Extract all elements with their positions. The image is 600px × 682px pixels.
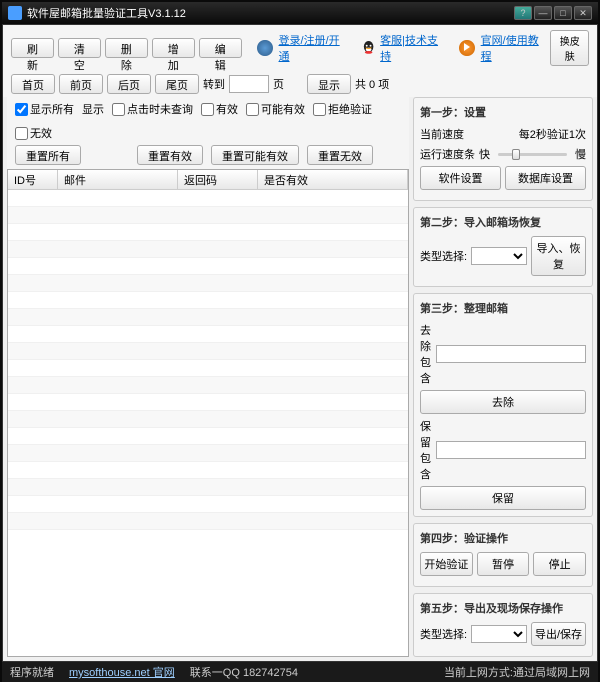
type-label-2: 类型选择: — [420, 248, 467, 264]
panel-step3: 第三步：整理邮箱 去除包含 去除 保留包含 保留 — [413, 293, 593, 517]
chk-possible[interactable]: 可能有效 — [246, 101, 305, 117]
next-page-button[interactable]: 后页 — [107, 74, 151, 94]
type-label-5: 类型选择: — [420, 626, 467, 642]
chk-valid[interactable]: 有效 — [201, 101, 238, 117]
speed-value: 每2秒验证1次 — [468, 126, 586, 142]
reset-valid-button[interactable]: 重置有效 — [137, 145, 203, 165]
import-button[interactable]: 导入、恢复 — [531, 236, 586, 276]
goto-input[interactable] — [229, 75, 269, 93]
type-select-5[interactable] — [471, 625, 527, 643]
prev-page-button[interactable]: 前页 — [59, 74, 103, 94]
type-select-2[interactable] — [471, 247, 527, 265]
step2-title: 第二步：导入邮箱场恢复 — [420, 214, 586, 230]
refresh-button[interactable]: 刷新 — [11, 38, 54, 58]
chk-show-all[interactable]: 显示所有 — [15, 101, 74, 117]
step4-title: 第四步：验证操作 — [420, 530, 586, 546]
slow-label: 慢 — [575, 146, 586, 162]
add-button[interactable]: 增加 — [152, 38, 195, 58]
panel-step1: 第一步：设置 当前速度每2秒验证1次 运行速度条 快 慢 软件设置 数据库设置 — [413, 97, 593, 201]
database-settings-button[interactable]: 数据库设置 — [505, 166, 586, 190]
login-icon — [257, 40, 272, 56]
pause-button[interactable]: 暂停 — [477, 552, 530, 576]
export-button[interactable]: 导出/保存 — [531, 622, 586, 646]
contact-info: 联系一QQ 182742754 — [190, 664, 298, 680]
tutorial-link[interactable]: 官网/使用教程 — [481, 32, 547, 64]
reset-all-button[interactable]: 重置所有 — [15, 145, 81, 165]
panel-step5: 第五步：导出及现场保存操作 类型选择: 导出/保存 — [413, 593, 593, 657]
reset-invalid-button[interactable]: 重置无效 — [307, 145, 373, 165]
clear-button[interactable]: 清空 — [58, 38, 101, 58]
statusbar: 程序就绪 mysofthouse.net 官网 联系一QQ 182742754 … — [2, 662, 598, 682]
speed-bar-label: 运行速度条 — [420, 146, 475, 162]
keep-button[interactable]: 保留 — [420, 486, 586, 510]
keep-contain-label: 保留包含 — [420, 418, 432, 482]
play-icon — [459, 40, 474, 56]
goto-label: 转到 — [203, 76, 225, 92]
speed-label: 当前速度 — [420, 126, 464, 142]
total-count: 共 0 项 — [355, 76, 389, 92]
login-link[interactable]: 登录/注册/开通 — [279, 32, 348, 64]
last-page-button[interactable]: 尾页 — [155, 74, 199, 94]
step3-title: 第三步：整理邮箱 — [420, 300, 586, 316]
edit-button[interactable]: 编辑 — [199, 38, 242, 58]
remove-contain-label: 去除包含 — [420, 322, 432, 386]
app-icon — [8, 6, 22, 20]
chk-not-clicked[interactable]: 点击时未查询 — [112, 101, 193, 117]
step5-title: 第五步：导出及现场保存操作 — [420, 600, 586, 616]
window-title: 软件屋邮箱批量验证工具V3.1.12 — [27, 5, 514, 21]
reset-possible-button[interactable]: 重置可能有效 — [211, 145, 299, 165]
col-return[interactable]: 返回码 — [178, 170, 258, 189]
help-button[interactable]: ? — [514, 6, 532, 20]
minimize-button[interactable]: — — [534, 6, 552, 20]
keep-contain-input[interactable] — [436, 441, 586, 459]
show-button[interactable]: 显示 — [307, 74, 351, 94]
remove-button[interactable]: 去除 — [420, 390, 586, 414]
qq-icon — [361, 40, 376, 56]
first-page-button[interactable]: 首页 — [11, 74, 55, 94]
col-id[interactable]: ID号 — [8, 170, 58, 189]
table-body[interactable] — [8, 190, 408, 656]
col-email[interactable]: 邮件 — [58, 170, 178, 189]
titlebar: 软件屋邮箱批量验证工具V3.1.12 ? — □ ✕ — [2, 2, 598, 24]
toolbar-paging: 首页 前页 后页 尾页 转到 页 显示 共 0 项 — [3, 71, 597, 97]
maximize-button[interactable]: □ — [554, 6, 572, 20]
fast-label: 快 — [479, 146, 490, 162]
remove-contain-input[interactable] — [436, 345, 586, 363]
site-link[interactable]: mysofthouse.net 官网 — [69, 664, 175, 680]
toolbar-main: 刷新 清空 删除 增加 编辑 登录/注册/开通 客服|技术支持 官网/使用教程 … — [3, 25, 597, 71]
close-button[interactable]: ✕ — [574, 6, 592, 20]
show-label: 显示 — [82, 101, 104, 117]
data-table: ID号 邮件 返回码 是否有效 — [7, 169, 409, 657]
chk-reject[interactable]: 拒绝验证 — [313, 101, 372, 117]
panel-step2: 第二步：导入邮箱场恢复 类型选择: 导入、恢复 — [413, 207, 593, 287]
support-link[interactable]: 客服|技术支持 — [380, 32, 446, 64]
col-valid[interactable]: 是否有效 — [258, 170, 408, 189]
stop-button[interactable]: 停止 — [533, 552, 586, 576]
delete-button[interactable]: 删除 — [105, 38, 148, 58]
panel-step4: 第四步：验证操作 开始验证 暂停 停止 — [413, 523, 593, 587]
chk-invalid[interactable]: 无效 — [15, 125, 52, 141]
software-settings-button[interactable]: 软件设置 — [420, 166, 501, 190]
skin-button[interactable]: 换皮肤 — [550, 30, 589, 66]
net-info: 当前上网方式:通过局域网上网 — [444, 664, 590, 680]
start-verify-button[interactable]: 开始验证 — [420, 552, 473, 576]
filter-row: 显示所有 显示 点击时未查询 有效 可能有效 拒绝验证 无效 — [7, 97, 409, 145]
step1-title: 第一步：设置 — [420, 104, 586, 120]
page-unit: 页 — [273, 76, 284, 92]
status-label: 程序就绪 — [10, 664, 54, 680]
speed-slider[interactable] — [498, 153, 567, 156]
